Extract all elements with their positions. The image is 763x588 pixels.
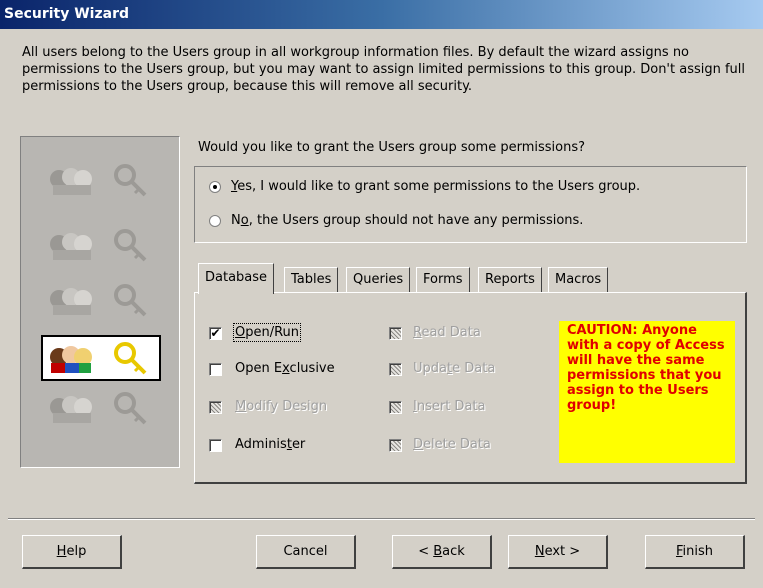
- back-button[interactable]: < Back: [392, 535, 492, 569]
- no-radio[interactable]: [209, 215, 221, 227]
- users-group-icon: [47, 285, 105, 315]
- next-button[interactable]: Next >: [508, 535, 608, 569]
- key-icon: [111, 226, 151, 264]
- update-data-label: Update Data: [413, 361, 496, 376]
- open-run-label[interactable]: Open/Run: [232, 323, 302, 342]
- finish-button[interactable]: Finish: [645, 535, 745, 569]
- intro-text: All users belong to the Users group in a…: [22, 45, 746, 94]
- users-group-icon: [47, 393, 105, 423]
- key-icon: [111, 389, 151, 427]
- delete-data-label: Delete Data: [413, 437, 491, 452]
- window-title: Security Wizard: [0, 0, 763, 29]
- help-button[interactable]: Help: [22, 535, 122, 569]
- open-exclusive-checkbox[interactable]: [209, 363, 222, 376]
- cancel-button[interactable]: Cancel: [256, 535, 356, 569]
- wizard-picture-panel: [20, 136, 180, 468]
- key-icon: [111, 281, 151, 319]
- update-data-checkbox[interactable]: [389, 363, 402, 376]
- users-group-icon: [47, 343, 105, 373]
- open-run-checkbox[interactable]: ✔: [209, 327, 222, 340]
- administer-label[interactable]: Administer: [235, 437, 305, 452]
- yes-radio-label[interactable]: Yes, I would like to grant some permissi…: [231, 179, 640, 194]
- insert-data-label: Insert Data: [413, 399, 486, 414]
- insert-data-checkbox[interactable]: [389, 401, 402, 414]
- read-data-checkbox[interactable]: [389, 327, 402, 340]
- grant-question: Would you like to grant the Users group …: [198, 140, 586, 155]
- administer-checkbox[interactable]: [209, 439, 222, 452]
- modify-design-label: Modify Design: [235, 399, 328, 414]
- picture-row: [41, 157, 161, 203]
- key-icon: [111, 339, 151, 377]
- open-exclusive-label[interactable]: Open Exclusive: [235, 361, 335, 376]
- button-separator: [8, 518, 755, 520]
- delete-data-checkbox[interactable]: [389, 439, 402, 452]
- modify-design-checkbox[interactable]: [209, 401, 222, 414]
- picture-row: [41, 277, 161, 323]
- tab-tables[interactable]: Tables: [284, 267, 339, 293]
- users-group-icon: [47, 165, 105, 195]
- tab-database[interactable]: Database: [198, 263, 275, 294]
- read-data-label: Read Data: [413, 325, 481, 340]
- picture-row-selected: [41, 335, 161, 381]
- picture-row: [41, 385, 161, 431]
- tab-reports[interactable]: Reports: [478, 267, 542, 293]
- tab-forms[interactable]: Forms: [416, 267, 470, 293]
- tab-queries[interactable]: Queries: [346, 267, 411, 293]
- grant-option-group: Yes, I would like to grant some permissi…: [194, 166, 747, 243]
- database-tab-panel: ✔ Open/Run Open Exclusive Modify Design …: [194, 292, 747, 484]
- yes-radio[interactable]: [209, 181, 221, 193]
- tab-macros[interactable]: Macros: [548, 267, 609, 293]
- no-radio-label[interactable]: No, the Users group should not have any …: [231, 213, 583, 228]
- users-group-icon: [47, 230, 105, 260]
- picture-row: [41, 222, 161, 268]
- key-icon: [111, 161, 151, 199]
- caution-note: CAUTION: Anyone with a copy of Access wi…: [559, 321, 735, 463]
